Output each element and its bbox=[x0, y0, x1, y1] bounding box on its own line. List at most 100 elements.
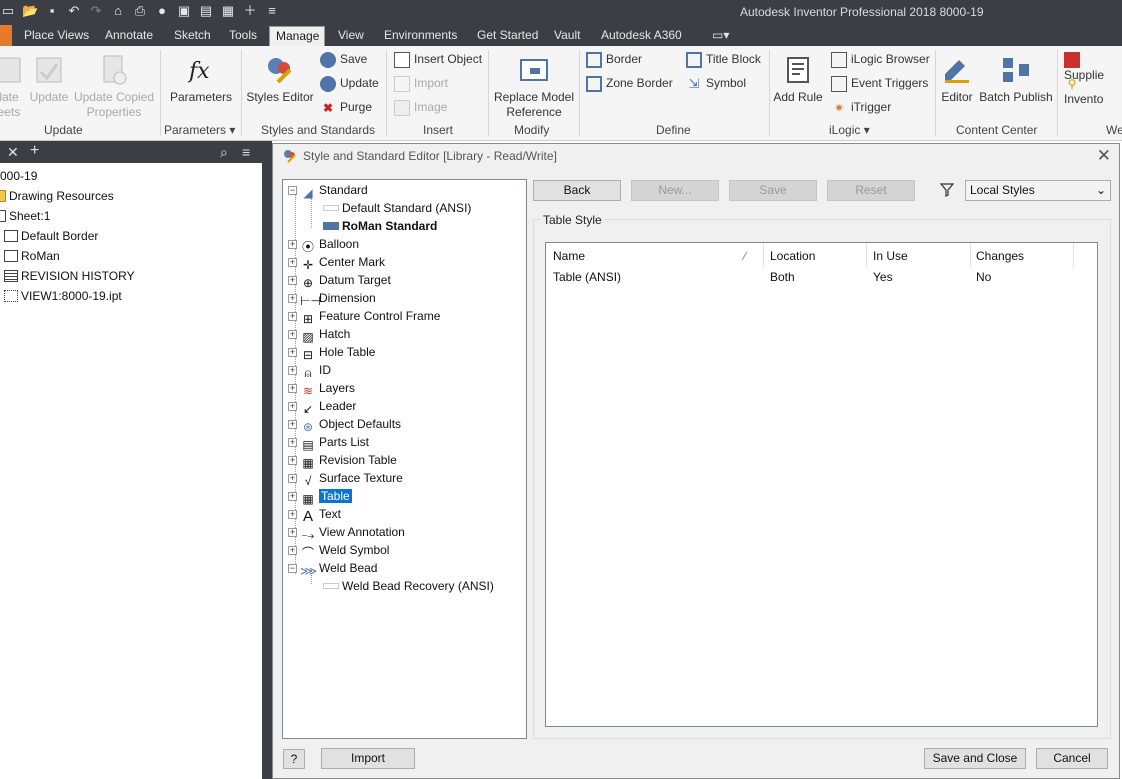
resize-handle-icon[interactable]: ⁄ bbox=[744, 249, 746, 263]
update-copied-properties-button[interactable]: Update Copied Properties bbox=[72, 54, 156, 120]
tree-node-center-mark[interactable]: + ✛ Center Mark bbox=[288, 254, 385, 272]
replace-model-reference-button[interactable]: Replace Model Reference bbox=[492, 54, 576, 120]
browser-node-roman[interactable]: RoMan bbox=[4, 249, 60, 263]
update-sheets-button[interactable]: late eets bbox=[0, 54, 24, 120]
cc-editor-button[interactable]: Editor bbox=[938, 54, 976, 105]
close-icon[interactable]: ✕ bbox=[1097, 146, 1111, 166]
tree-node-datum-target[interactable]: + ⊕ Datum Target bbox=[288, 272, 391, 290]
tree-node-parts-list[interactable]: + ▤ Parts List bbox=[288, 434, 369, 452]
zone-border-button[interactable]: Zone Border bbox=[586, 76, 673, 92]
tab-tools[interactable]: Tools bbox=[223, 26, 263, 46]
ilogic-panel-label[interactable]: iLogic ▾ bbox=[829, 123, 870, 137]
new-file-icon[interactable]: ▭ bbox=[0, 3, 16, 19]
border-button[interactable]: Border bbox=[586, 52, 642, 68]
tree-node-table[interactable]: + ▦ Table bbox=[288, 488, 352, 506]
styles-save-button[interactable]: Save bbox=[320, 52, 367, 68]
close-icon[interactable]: ✕ bbox=[7, 144, 19, 161]
redo-icon[interactable]: ↷ bbox=[88, 3, 104, 19]
inventor-button[interactable]: ⚲Invento bbox=[1064, 76, 1122, 106]
tree-node-roman-standard[interactable]: RoMan Standard bbox=[323, 218, 437, 234]
browser-node-revision-history[interactable]: REVISION HISTORY bbox=[4, 269, 135, 283]
purge-button[interactable]: ✖ Purge bbox=[320, 100, 372, 116]
tab-environments[interactable]: Environments bbox=[378, 26, 463, 46]
tab-place-views[interactable]: Place Views bbox=[18, 26, 95, 46]
browser-node-drawing[interactable]: 000-19 bbox=[0, 169, 37, 183]
insert-object-button[interactable]: Insert Object bbox=[394, 52, 482, 68]
column-header-changes[interactable]: Changes bbox=[976, 249, 1024, 263]
tab-sketch[interactable]: Sketch bbox=[168, 26, 217, 46]
style-filter-select[interactable]: Local Styles ⌄ bbox=[965, 180, 1111, 201]
tree-node-weld-symbol[interactable]: + ⌒ Weld Symbol bbox=[288, 542, 389, 560]
cancel-button[interactable]: Cancel bbox=[1036, 748, 1108, 769]
appearance-icon[interactable]: ● bbox=[154, 3, 170, 19]
tree-node-text[interactable]: + A Text bbox=[288, 506, 341, 524]
tree-node-layers[interactable]: + ≋ Layers bbox=[288, 380, 355, 398]
back-button[interactable]: Back bbox=[533, 180, 621, 201]
tree-node-id[interactable]: + ⍝ ID bbox=[288, 362, 331, 380]
help-button[interactable]: ? bbox=[283, 749, 305, 769]
tree-node-weld-bead-recovery[interactable]: Weld Bead Recovery (ANSI) bbox=[323, 578, 494, 594]
tree-node-object-defaults[interactable]: + ⊛ Object Defaults bbox=[288, 416, 401, 434]
import-button[interactable]: Import bbox=[321, 748, 415, 769]
expand-icon[interactable]: + bbox=[288, 240, 297, 249]
print-icon[interactable]: ⎙ bbox=[132, 3, 148, 19]
tab-overflow-icon[interactable]: ▭▾ bbox=[706, 26, 735, 46]
tree-node-standard[interactable]: − ◢ Standard bbox=[288, 182, 368, 200]
save-icon[interactable]: ▪ bbox=[44, 3, 60, 19]
save-and-close-button[interactable]: Save and Close bbox=[924, 748, 1026, 769]
expand-icon[interactable]: + bbox=[288, 312, 297, 321]
collapse-icon[interactable]: − bbox=[288, 186, 297, 195]
reset-button[interactable]: Reset bbox=[827, 180, 915, 201]
batch-publish-button[interactable]: Batch Publish bbox=[978, 54, 1054, 105]
customize-icon[interactable]: ≡ bbox=[264, 3, 280, 19]
add-rule-button[interactable]: Add Rule bbox=[772, 54, 824, 105]
browser-node-default-border[interactable]: Default Border bbox=[4, 229, 98, 243]
expand-icon[interactable]: + bbox=[288, 402, 297, 411]
expand-icon[interactable]: + bbox=[288, 528, 297, 537]
styles-update-button[interactable]: Update bbox=[320, 76, 379, 92]
tree-node-balloon[interactable]: + ⦿ Balloon bbox=[288, 236, 359, 254]
expand-icon[interactable]: + bbox=[288, 258, 297, 267]
tree-node-default-standard[interactable]: Default Standard (ANSI) bbox=[323, 200, 471, 216]
column-header-in-use[interactable]: In Use bbox=[873, 249, 908, 263]
add-icon[interactable]: + bbox=[30, 142, 39, 160]
column-header-location[interactable]: Location bbox=[770, 249, 815, 263]
expand-icon[interactable]: + bbox=[288, 384, 297, 393]
image-button[interactable]: Image bbox=[394, 100, 447, 116]
save-button[interactable]: Save bbox=[729, 180, 817, 201]
panel-splitter[interactable] bbox=[262, 141, 272, 779]
tree-node-dimension[interactable]: + ⊢⊣Dimension bbox=[288, 290, 376, 308]
tree-node-view-annotation[interactable]: + ⤍ View Annotation bbox=[288, 524, 405, 542]
event-triggers-button[interactable]: Event Triggers bbox=[831, 76, 928, 92]
browser-node-sheet[interactable]: Sheet:1 bbox=[0, 209, 50, 223]
expand-icon[interactable]: + bbox=[288, 456, 297, 465]
symbol-button[interactable]: ⇲ Symbol bbox=[686, 76, 746, 92]
expand-icon[interactable]: + bbox=[288, 330, 297, 339]
tab-annotate[interactable]: Annotate bbox=[99, 26, 159, 46]
menu-icon[interactable]: ≡ bbox=[242, 144, 250, 160]
measure-icon[interactable]: ▤ bbox=[198, 3, 214, 19]
column-header-name[interactable]: Name bbox=[553, 249, 585, 263]
tree-node-feature-control-frame[interactable]: + ⊞ Feature Control Frame bbox=[288, 308, 440, 326]
expand-icon[interactable]: + bbox=[288, 492, 297, 501]
undo-icon[interactable]: ↶ bbox=[66, 3, 82, 19]
filter-icon[interactable] bbox=[939, 182, 955, 198]
title-block-button[interactable]: Title Block bbox=[686, 52, 761, 68]
parameters-button[interactable]: fx Parameters bbox=[168, 54, 234, 105]
expand-icon[interactable]: + bbox=[288, 546, 297, 555]
tab-get-started[interactable]: Get Started bbox=[471, 26, 544, 46]
tab-manage[interactable]: Manage bbox=[269, 26, 325, 46]
export-icon[interactable]: ▦ bbox=[220, 3, 236, 19]
ilogic-browser-button[interactable]: iLogic Browser bbox=[831, 52, 930, 68]
tab-a360[interactable]: Autodesk A360 bbox=[595, 26, 688, 46]
tab-vault[interactable]: Vault bbox=[548, 26, 586, 46]
expand-icon[interactable]: + bbox=[288, 276, 297, 285]
search-icon[interactable]: ⌕ bbox=[220, 144, 228, 161]
browser-node-view1[interactable]: VIEW1:8000-19.ipt bbox=[4, 289, 122, 303]
import-ribbon-button[interactable]: Import bbox=[394, 76, 448, 92]
update-button[interactable]: Update bbox=[28, 54, 70, 105]
expand-icon[interactable]: + bbox=[288, 474, 297, 483]
new-button[interactable]: New... bbox=[631, 180, 719, 201]
expand-icon[interactable]: + bbox=[288, 420, 297, 429]
parameters-panel-label[interactable]: Parameters ▾ bbox=[164, 123, 235, 137]
